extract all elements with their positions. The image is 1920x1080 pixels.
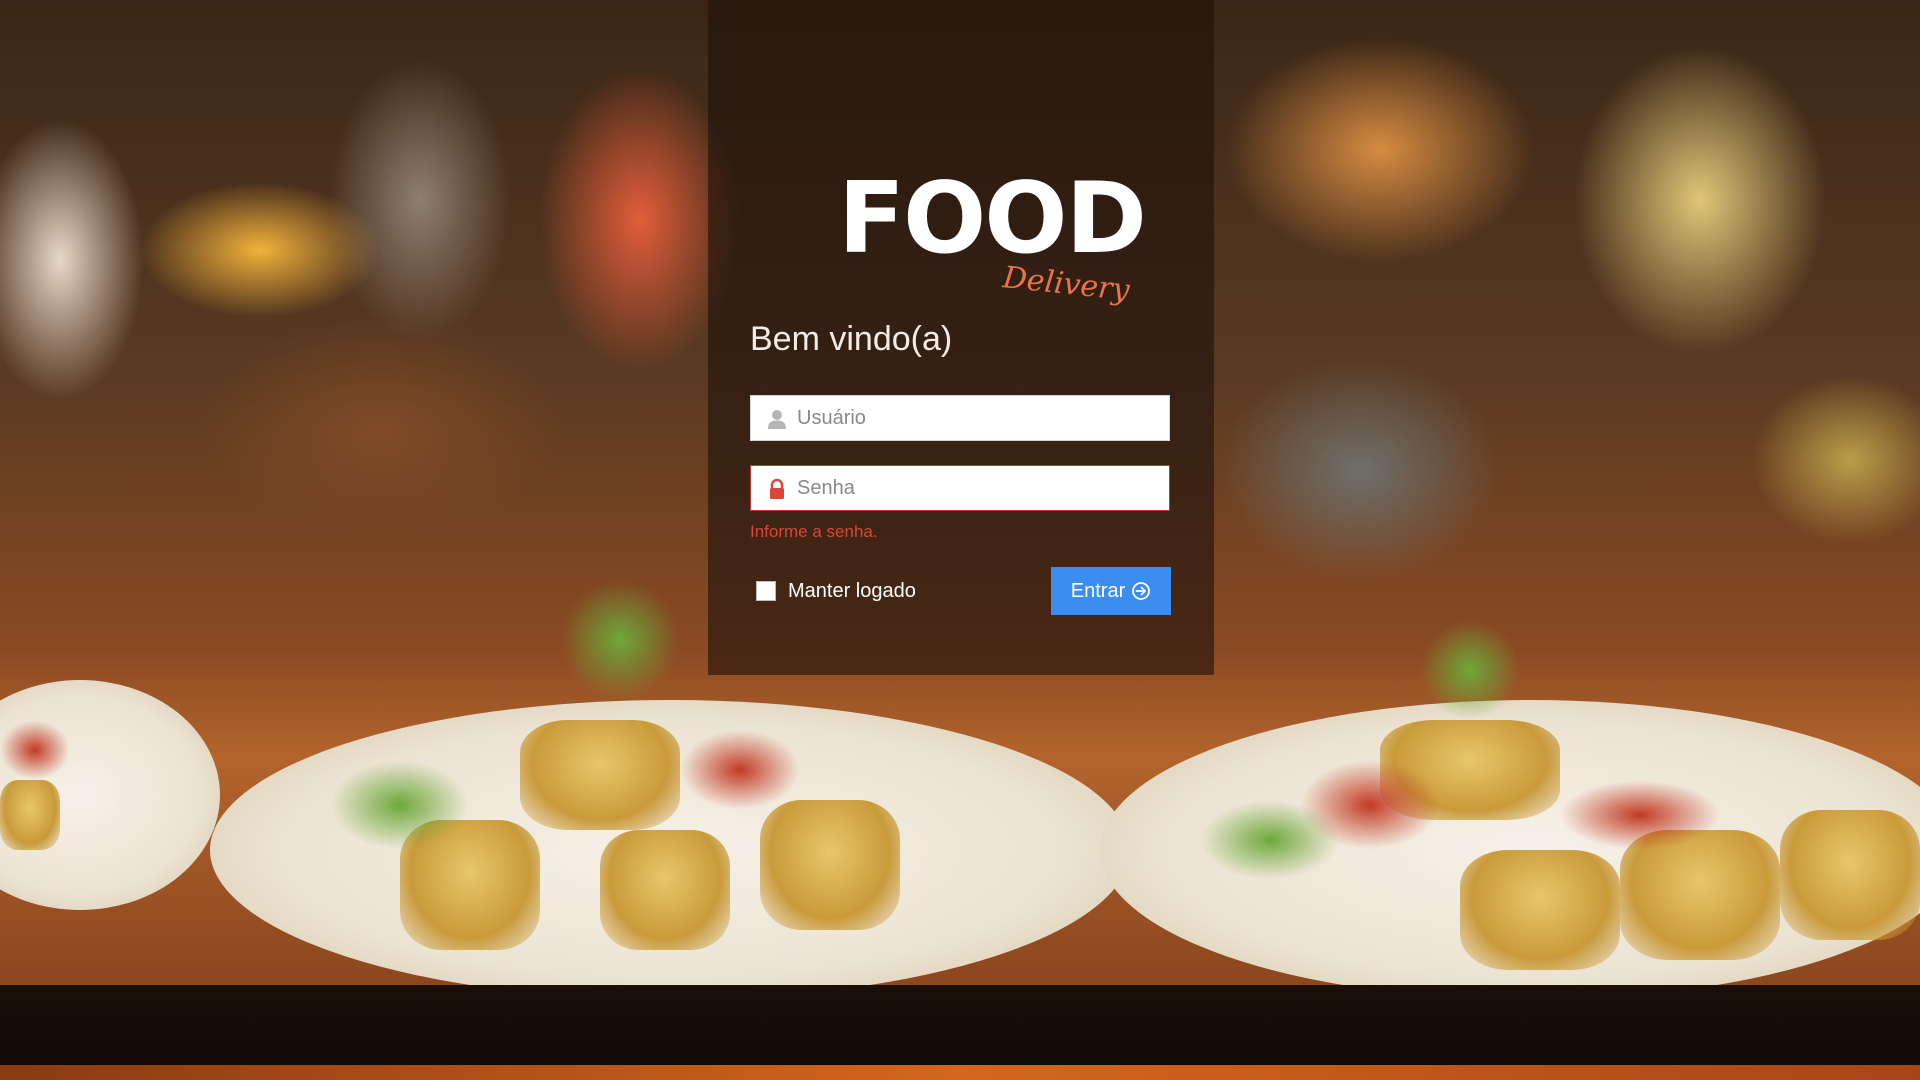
password-input[interactable] bbox=[797, 466, 1157, 510]
user-icon bbox=[766, 408, 788, 430]
food-delivery-logo: FOOD Delivery bbox=[828, 170, 1147, 310]
login-button-label: Entrar bbox=[1070, 579, 1126, 602]
username-field[interactable] bbox=[750, 395, 1170, 441]
username-input[interactable] bbox=[797, 396, 1157, 440]
bottom-dark-band bbox=[0, 985, 1920, 1065]
password-field[interactable] bbox=[750, 465, 1170, 511]
remember-checkbox[interactable] bbox=[756, 581, 776, 601]
arrow-circle-right-icon bbox=[1131, 581, 1151, 601]
lock-icon bbox=[766, 478, 788, 500]
logo-title: FOOD bbox=[838, 162, 1147, 276]
bottom-orange-strip bbox=[0, 1065, 1920, 1080]
login-button[interactable]: Entrar bbox=[1051, 567, 1171, 615]
welcome-heading: Bem vindo(a) bbox=[750, 320, 953, 358]
login-panel: FOOD Delivery Bem vindo(a) Informe a sen… bbox=[708, 0, 1214, 675]
remember-label[interactable]: Manter logado bbox=[788, 578, 916, 604]
password-error-message: Informe a senha. bbox=[750, 522, 878, 541]
